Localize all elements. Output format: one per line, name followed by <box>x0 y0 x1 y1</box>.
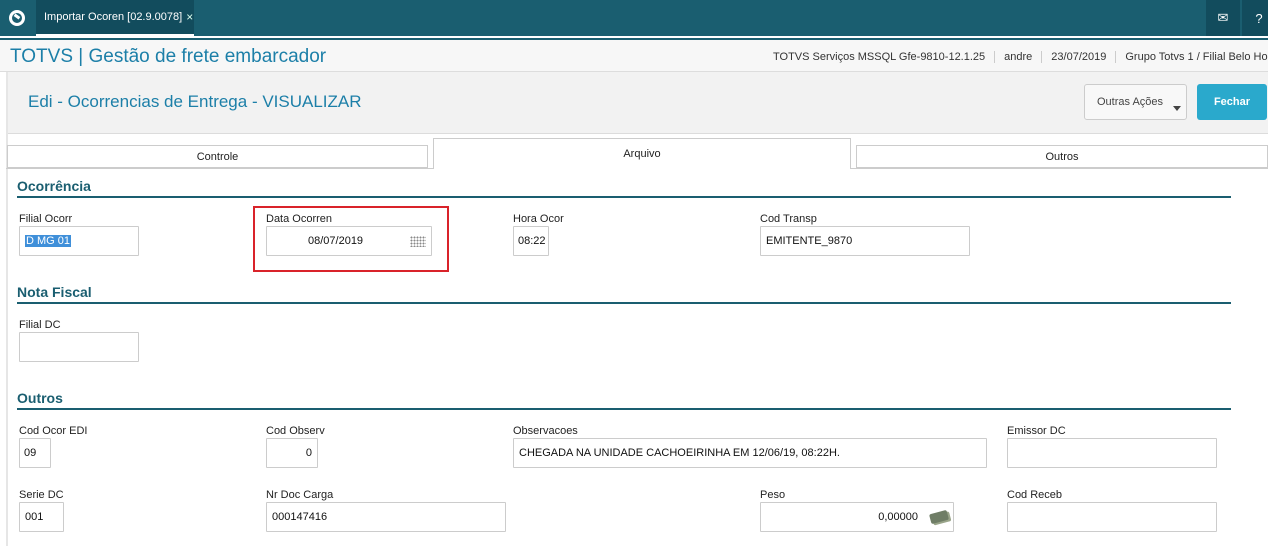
observacoes-value: CHEGADA NA UNIDADE CACHOEIRINHA EM 12/06… <box>519 447 840 459</box>
window-tab[interactable]: Importar Ocoren [02.9.0078] × <box>36 0 194 36</box>
close-icon[interactable]: × <box>186 10 193 24</box>
cod-observ-label: Cod Observ <box>266 425 325 437</box>
window-tab-label: Importar Ocoren [02.9.0078] <box>44 11 183 23</box>
nr-doc-carga-field[interactable]: 000147416 <box>266 502 506 532</box>
hora-ocor-value: 08:22 <box>518 235 546 247</box>
cod-observ-value: 0 <box>305 447 312 459</box>
serie-dc-field[interactable]: 001 <box>19 502 64 532</box>
help-icon[interactable]: ? <box>1242 0 1268 36</box>
tab-outros[interactable]: Outros <box>856 145 1268 168</box>
top-bar: Importar Ocoren [02.9.0078] × ✉ ? <box>0 0 1268 36</box>
other-actions-button[interactable]: Outras Ações <box>1084 84 1187 120</box>
cod-ocor-edi-label: Cod Ocor EDI <box>19 425 88 437</box>
cod-ocor-edi-field[interactable]: 09 <box>19 438 51 468</box>
observacoes-label: Observacoes <box>513 425 578 437</box>
app-header: TOTVS | Gestão de frete embarcador TOTVS… <box>0 38 1268 72</box>
money-icon[interactable] <box>929 509 949 525</box>
nr-doc-carga-value: 000147416 <box>272 511 328 523</box>
filial-dc-label: Filial DC <box>19 319 61 331</box>
section-outros: Outros <box>17 388 1231 410</box>
cod-observ-field[interactable]: 0 <box>266 438 318 468</box>
serie-dc-value: 001 <box>25 511 44 523</box>
caret-down-icon <box>1173 106 1181 111</box>
highlight-box <box>253 206 449 272</box>
cod-transp-field[interactable]: EMITENTE_9870 <box>760 226 970 256</box>
other-actions-label: Outras Ações <box>1097 96 1164 108</box>
logo-icon[interactable] <box>0 0 34 36</box>
peso-value: 0,00000 <box>878 511 918 523</box>
tab-controle[interactable]: Controle <box>7 145 428 168</box>
environment-label: TOTVS Serviços MSSQL Gfe-9810-12.1.25 <box>773 51 986 63</box>
app-title: TOTVS | Gestão de frete embarcador <box>10 46 327 67</box>
filial-ocorr-label: Filial Ocorr <box>19 213 73 225</box>
serie-dc-label: Serie DC <box>19 489 64 501</box>
emissor-dc-label: Emissor DC <box>1007 425 1066 437</box>
date-label: 23/07/2019 <box>1041 51 1115 63</box>
filial-ocorr-value: D MG 01 <box>25 235 72 247</box>
hora-ocor-label: Hora Ocor <box>513 213 564 225</box>
cod-transp-label: Cod Transp <box>760 213 817 225</box>
session-info: TOTVS Serviços MSSQL Gfe-9810-12.1.25 and… <box>764 51 1268 63</box>
cod-receb-label: Cod Receb <box>1007 489 1063 501</box>
filial-dc-field[interactable] <box>19 332 139 362</box>
branch-label: Grupo Totvs 1 / Filial Belo Hor <box>1115 51 1268 63</box>
form-title: Edi - Ocorrencias de Entrega - VISUALIZA… <box>28 92 362 111</box>
hora-ocor-field[interactable]: 08:22 <box>513 226 549 256</box>
filial-ocorr-field[interactable]: D MG 01 <box>19 226 139 256</box>
cod-ocor-edi-value: 09 <box>24 447 37 459</box>
tab-content <box>6 168 1268 546</box>
form-header: Edi - Ocorrencias de Entrega - VISUALIZA… <box>8 72 1268 134</box>
cod-transp-value: EMITENTE_9870 <box>766 235 853 247</box>
section-nota-fiscal: Nota Fiscal <box>17 282 1231 304</box>
section-ocorrencia: Ocorrência <box>17 176 1231 198</box>
close-button[interactable]: Fechar <box>1197 84 1267 120</box>
mail-icon[interactable]: ✉ <box>1206 0 1240 36</box>
user-label: andre <box>994 51 1041 63</box>
cod-receb-field[interactable] <box>1007 502 1217 532</box>
peso-label: Peso <box>760 489 786 501</box>
emissor-dc-field[interactable] <box>1007 438 1217 468</box>
tab-arquivo[interactable]: Arquivo <box>433 138 851 169</box>
observacoes-field[interactable]: CHEGADA NA UNIDADE CACHOEIRINHA EM 12/06… <box>513 438 987 468</box>
nr-doc-carga-label: Nr Doc Carga <box>266 489 334 501</box>
folder-tabs: Controle Arquivo Outros <box>6 138 1268 169</box>
peso-field[interactable]: 0,00000 <box>760 502 954 532</box>
